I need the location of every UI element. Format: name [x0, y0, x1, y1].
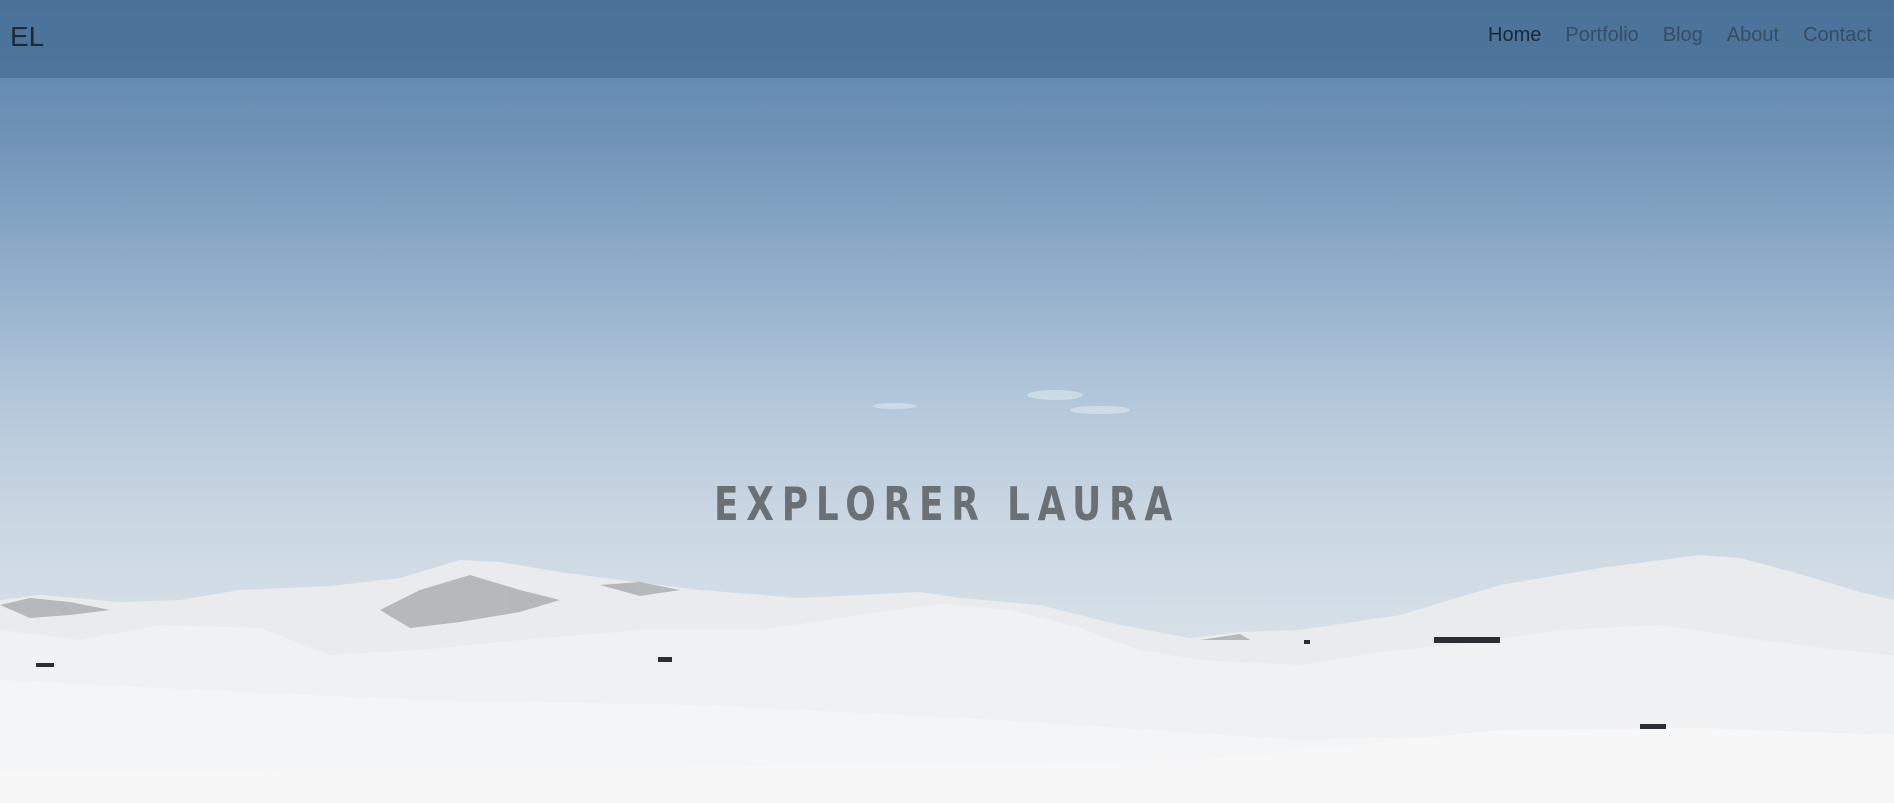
nav-item-home: Home — [1488, 24, 1541, 47]
nav-item-blog: Blog — [1663, 24, 1703, 47]
snowy-mountain-background — [0, 390, 1894, 803]
nav-item-about: About — [1727, 24, 1779, 47]
hero-section: EXPLORER LAURA — [0, 0, 1894, 803]
hero-title: EXPLORER LAURA — [713, 477, 1181, 531]
nav-item-contact: Contact — [1803, 24, 1872, 47]
nav-link-home[interactable]: Home — [1488, 24, 1541, 46]
main-nav: Home Portfolio Blog About Contact — [1464, 24, 1872, 47]
nav-item-portfolio: Portfolio — [1565, 24, 1638, 47]
nav-link-blog[interactable]: Blog — [1663, 24, 1703, 46]
brand-logo[interactable]: EL — [10, 21, 44, 53]
nav-link-about[interactable]: About — [1727, 24, 1779, 46]
nav-link-portfolio[interactable]: Portfolio — [1565, 24, 1638, 46]
top-navbar: EL Home Portfolio Blog About Contact — [0, 0, 1894, 78]
clouds — [873, 390, 1130, 414]
nav-link-contact[interactable]: Contact — [1803, 24, 1872, 46]
